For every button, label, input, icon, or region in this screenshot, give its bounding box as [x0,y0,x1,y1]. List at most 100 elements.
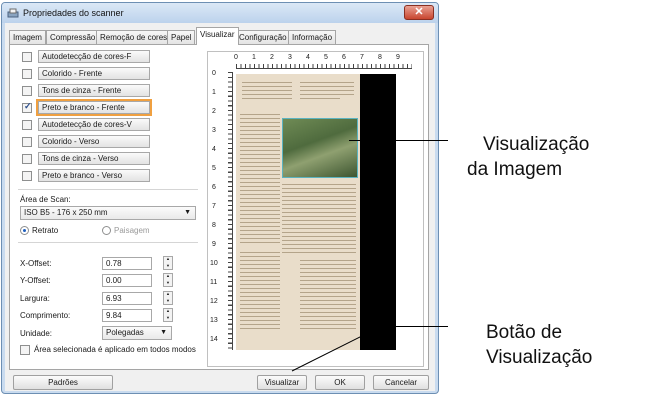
image-type-button[interactable]: Preto e branco - Verso [38,169,150,182]
text-column [240,114,280,244]
y-offset-stepper[interactable] [163,273,173,287]
text-line [242,90,292,91]
tab-remocao-de-cores[interactable]: Remoção de cores [96,30,172,44]
text-line [300,82,354,83]
width-stepper[interactable] [163,291,173,305]
x-offset-field[interactable]: 0.78 [102,257,152,270]
callout-line-preview-button [382,326,448,327]
portrait-label: Retrato [32,226,59,235]
close-button[interactable]: ✕ [404,5,434,20]
ruler-tick-label: 4 [306,54,310,61]
scan-area-value: ISO B5 - 176 x 250 mm [24,208,108,217]
length-stepper[interactable] [163,308,173,322]
image-type-button[interactable]: Colorido - Frente [38,67,150,80]
image-type-button[interactable]: Tons de cinza - Frente [38,84,150,97]
text-line [300,94,354,95]
text-column [300,260,356,332]
y-offset-field[interactable]: 0.00 [102,274,152,287]
unit-dropdown[interactable]: Polegadas ▼ [102,326,172,340]
text-line [300,86,354,87]
ruler-tick-label: 3 [212,127,216,134]
scanned-page [236,74,360,350]
left-ruler-ticks [228,72,233,350]
tab-visualizar[interactable]: Visualizar [196,27,239,45]
width-label: Largura: [20,294,50,303]
length-label: Comprimento: [20,311,71,320]
tab-compressao[interactable]: Compressão [46,30,100,44]
width-field[interactable]: 6.93 [102,292,152,305]
ruler-tick-label: 9 [212,241,216,248]
text-line [300,90,354,91]
top-ruler: 0 1 2 3 4 5 6 7 8 9 [234,54,416,70]
text-column [240,252,280,332]
image-type-checkbox[interactable] [22,154,32,164]
unit-value: Polegadas [106,328,144,337]
image-type-checkbox-checked[interactable] [22,101,32,113]
document-photo [282,118,358,178]
ruler-tick-label: 9 [396,54,400,61]
ok-button[interactable]: OK [315,375,365,390]
x-offset-label: X-Offset: [20,259,52,268]
scanner-icon [7,8,19,18]
ruler-tick-label: 13 [210,317,218,324]
tab-configuracao[interactable]: Configuração [235,30,291,44]
apply-all-checkbox[interactable] [20,345,30,355]
defaults-button[interactable]: Padrões [13,375,113,390]
length-field[interactable]: 9.84 [102,309,152,322]
image-type-checkbox[interactable] [22,171,32,181]
text-line [242,82,292,83]
text-line [242,94,292,95]
chevron-down-icon: ▼ [184,209,191,216]
callout-preview-button-line2: Visualização [486,347,593,368]
image-type-checkbox[interactable] [22,120,32,130]
ruler-tick-label: 2 [270,54,274,61]
image-type-checkbox[interactable] [22,137,32,147]
ruler-tick-label: 12 [210,298,218,305]
callout-image-preview-line2: da Imagem [467,159,563,180]
ruler-tick-label: 0 [234,54,238,61]
ruler-tick-label: 3 [288,54,292,61]
image-preview-area[interactable]: 0 1 2 3 4 5 6 7 8 9 0 1 2 3 4 5 6 7 8 9 … [207,51,424,367]
portrait-radio[interactable] [20,226,29,235]
image-type-button-selected[interactable]: Preto e branco - Frente [36,99,152,116]
window-title: Propriedades do scanner [23,8,124,18]
ruler-tick-label: 6 [342,54,346,61]
ruler-tick-label: 0 [212,70,216,77]
ruler-tick-label: 1 [252,54,256,61]
image-type-checkbox[interactable] [22,52,32,62]
divider [18,242,198,243]
image-type-button[interactable]: Autodetecção de cores-F [38,50,150,63]
text-line [300,98,340,99]
left-ruler: 0 1 2 3 4 5 6 7 8 9 10 11 12 13 14 [210,70,234,352]
callout-line-image-preview [349,140,448,141]
text-line [242,86,292,87]
tab-papel[interactable]: Papel [167,30,196,44]
image-type-checkbox[interactable] [22,69,32,79]
preview-tab-panel: Autodetecção de cores-F Colorido - Frent… [9,44,429,370]
image-type-checkbox[interactable] [22,86,32,96]
image-type-button[interactable]: Autodetecção de cores-V [38,118,150,131]
text-column [282,184,356,254]
ruler-tick-label: 7 [212,203,216,210]
x-offset-stepper[interactable] [163,256,173,270]
divider [18,189,198,190]
preview-button[interactable]: Visualizar [257,375,307,390]
tab-informacao[interactable]: Informação [288,30,337,44]
scan-area-label: Área de Scan: [20,195,71,204]
text-line [242,98,292,99]
scan-area-dropdown[interactable]: ISO B5 - 176 x 250 mm ▼ [20,206,196,220]
landscape-radio[interactable] [102,226,111,235]
apply-all-label: Área selecionada é aplicado em todos mod… [34,345,196,354]
ruler-tick-label: 1 [212,89,216,96]
ruler-tick-label: 8 [378,54,382,61]
chevron-down-icon: ▼ [160,329,167,336]
tab-imagem[interactable]: Imagem [9,30,46,44]
ruler-tick-label: 2 [212,108,216,115]
callout-pointer-preview-button [291,326,383,372]
cancel-button[interactable]: Cancelar [373,375,429,390]
ruler-tick-label: 8 [212,222,216,229]
landscape-label: Paisagem [114,226,150,235]
y-offset-label: Y-Offset: [20,276,51,285]
image-type-button[interactable]: Colorido - Verso [38,135,150,148]
image-type-button[interactable]: Tons de cinza - Verso [38,152,150,165]
